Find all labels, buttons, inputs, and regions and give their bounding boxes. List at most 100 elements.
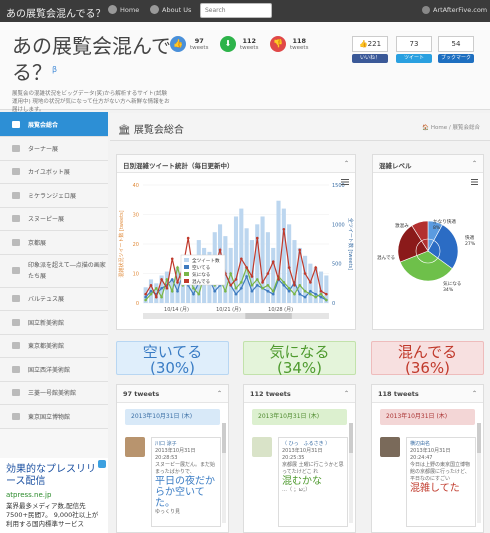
data-point bbox=[192, 292, 195, 296]
sidebar-item-tnm[interactable]: 東京国立博物館 bbox=[0, 405, 108, 429]
tweets-interested-panel: 112 tweets ⌃ 2013年10月31日 (木) （ ひっ ふるさき ） … bbox=[243, 384, 356, 533]
tweet-user[interactable]: 川口 涼子 bbox=[155, 441, 217, 448]
data-point bbox=[149, 289, 153, 293]
data-point bbox=[186, 236, 190, 240]
sidebar-item-kyoto[interactable]: 京都展 bbox=[0, 231, 108, 255]
data-point bbox=[149, 292, 153, 296]
tweets-date: 2013年10月31日 (木) bbox=[380, 409, 475, 425]
avatar[interactable] bbox=[380, 437, 400, 457]
facebook-like-widget[interactable]: 👍221 いいね！ bbox=[352, 36, 388, 66]
chevron-up-icon[interactable]: ⌃ bbox=[472, 160, 477, 167]
bookmark-button[interactable]: ブックマーク bbox=[438, 54, 474, 63]
data-point bbox=[325, 298, 328, 302]
data-point bbox=[144, 295, 147, 299]
ad-title[interactable]: 効果的なプレスリリース配信 bbox=[6, 464, 102, 488]
bar bbox=[276, 200, 281, 303]
tweet-user[interactable]: （ ひっ ふるさき ） bbox=[282, 441, 344, 448]
sidebar-item-snoopy[interactable]: スヌーピー展 bbox=[0, 207, 108, 231]
data-point bbox=[149, 284, 153, 287]
sidebar-item-nact[interactable]: 国立新美術館 bbox=[0, 311, 108, 335]
data-point bbox=[287, 286, 291, 290]
bookmark-widget[interactable]: 54 ブックマーク bbox=[438, 36, 474, 66]
tweet-widget[interactable]: 73 ツイート bbox=[396, 36, 432, 66]
nav-about-link[interactable]: About Us bbox=[150, 5, 191, 14]
pie-label: 快適 bbox=[465, 234, 475, 241]
sidebar-item-overall[interactable]: 展覧会総合 bbox=[0, 112, 108, 137]
data-point bbox=[303, 295, 307, 299]
ad-banner[interactable]: 効果的なプレスリリース配信 atpress.ne.jp 業界最多メディア数,配信… bbox=[0, 458, 108, 533]
image-icon bbox=[12, 238, 20, 246]
adchoices-icon[interactable] bbox=[98, 460, 106, 468]
tweet-button[interactable]: ツイート bbox=[396, 54, 432, 63]
user-icon bbox=[422, 6, 430, 14]
data-point bbox=[309, 292, 312, 296]
avatar[interactable] bbox=[125, 437, 145, 457]
sidebar-item-pointillism[interactable]: 印象派を超えて―点描の画家たち展 bbox=[0, 254, 108, 288]
beta-badge: β bbox=[52, 65, 58, 74]
nav-home-link[interactable]: Home bbox=[108, 5, 139, 14]
avatar[interactable] bbox=[252, 437, 272, 457]
sidebar-item-label: ターナー展 bbox=[28, 145, 59, 153]
stat-interested-count: 112 bbox=[242, 37, 257, 45]
sidebar-item-mimt[interactable]: 三菱一号館美術館 bbox=[0, 381, 108, 405]
data-point bbox=[234, 292, 238, 296]
page-header: 🏛 展覧会総合 🏠 Home / 展覧会総合 bbox=[110, 113, 490, 141]
bookmark-count: 54 bbox=[438, 36, 474, 52]
data-point bbox=[176, 281, 179, 284]
chart-scrollbar bbox=[143, 313, 329, 319]
legend-label: 気になる bbox=[192, 271, 210, 278]
brand-link[interactable]: あの展覧会混んでる？ bbox=[6, 5, 106, 20]
chevron-up-icon[interactable]: ⌃ bbox=[344, 390, 349, 397]
data-point bbox=[271, 292, 275, 296]
tweets-crowded-count: 118 tweets bbox=[378, 390, 419, 398]
tweets-date: 2013年10月31日 (木) bbox=[252, 409, 347, 425]
sidebar-item-label: 三菱一号館美術館 bbox=[28, 390, 77, 398]
tweet-user[interactable]: 横辺由名 bbox=[410, 441, 472, 448]
y-tick-left: 0 bbox=[136, 301, 139, 307]
facebook-like-button[interactable]: いいね！ bbox=[352, 54, 388, 63]
user-link[interactable]: ArtAfterFive.com bbox=[422, 6, 487, 14]
breadcrumb-current: 展覧会総合 bbox=[452, 125, 480, 131]
data-point bbox=[293, 292, 296, 296]
pie-label: 激混み bbox=[395, 222, 409, 229]
sidebar-item-nmwa[interactable]: 国立西洋美術館 bbox=[0, 358, 108, 382]
data-point bbox=[293, 284, 296, 287]
menu-icon bbox=[341, 181, 349, 183]
pie-percent: 34% bbox=[443, 287, 454, 293]
data-point bbox=[298, 284, 302, 287]
data-point bbox=[271, 289, 275, 293]
data-point bbox=[213, 289, 217, 293]
data-point bbox=[192, 286, 195, 290]
y-tick-left: 20 bbox=[133, 242, 139, 248]
data-point bbox=[277, 278, 280, 281]
scrollbar[interactable] bbox=[222, 423, 226, 523]
thumbs-down-icon: 👎 bbox=[270, 36, 286, 52]
scrollbar[interactable] bbox=[349, 423, 353, 523]
data-point bbox=[261, 281, 264, 284]
data-point bbox=[271, 260, 275, 263]
tweets-vacant-count: 97 tweets bbox=[123, 390, 160, 398]
data-point bbox=[303, 289, 307, 293]
legend-label: 全ツイート数 bbox=[192, 257, 220, 264]
ad-url[interactable]: atpress.ne.jp bbox=[6, 491, 102, 499]
data-point bbox=[266, 289, 270, 293]
sidebar-item-caillebotte[interactable]: カイユボット展 bbox=[0, 160, 108, 184]
scrollbar[interactable] bbox=[477, 423, 481, 523]
chevron-up-icon[interactable]: ⌃ bbox=[344, 160, 349, 167]
breadcrumb-home[interactable]: Home bbox=[431, 125, 447, 131]
pie-label: 混んでる bbox=[377, 254, 395, 261]
search-input[interactable] bbox=[200, 3, 272, 18]
tweet-tail: …（ ；ω；） bbox=[282, 487, 311, 493]
menu-icon bbox=[341, 184, 349, 185]
chevron-up-icon[interactable]: ⌃ bbox=[472, 390, 477, 397]
tweet-timestamp: 2013年10月31日 20:24:47 bbox=[410, 448, 451, 461]
sidebar-item-turner[interactable]: ターナー展 bbox=[0, 137, 108, 161]
sidebar-item-tobikan[interactable]: 東京都美術館 bbox=[0, 334, 108, 358]
sidebar-item-michelangelo[interactable]: ミケランジェロ展 bbox=[0, 184, 108, 208]
sidebar-item-balthus[interactable]: バルテュス展 bbox=[0, 287, 108, 311]
bar bbox=[281, 208, 286, 303]
data-point bbox=[176, 266, 179, 269]
chevron-up-icon[interactable]: ⌃ bbox=[217, 390, 222, 397]
y-tick-right: 500 bbox=[332, 262, 342, 268]
data-point bbox=[165, 286, 169, 290]
